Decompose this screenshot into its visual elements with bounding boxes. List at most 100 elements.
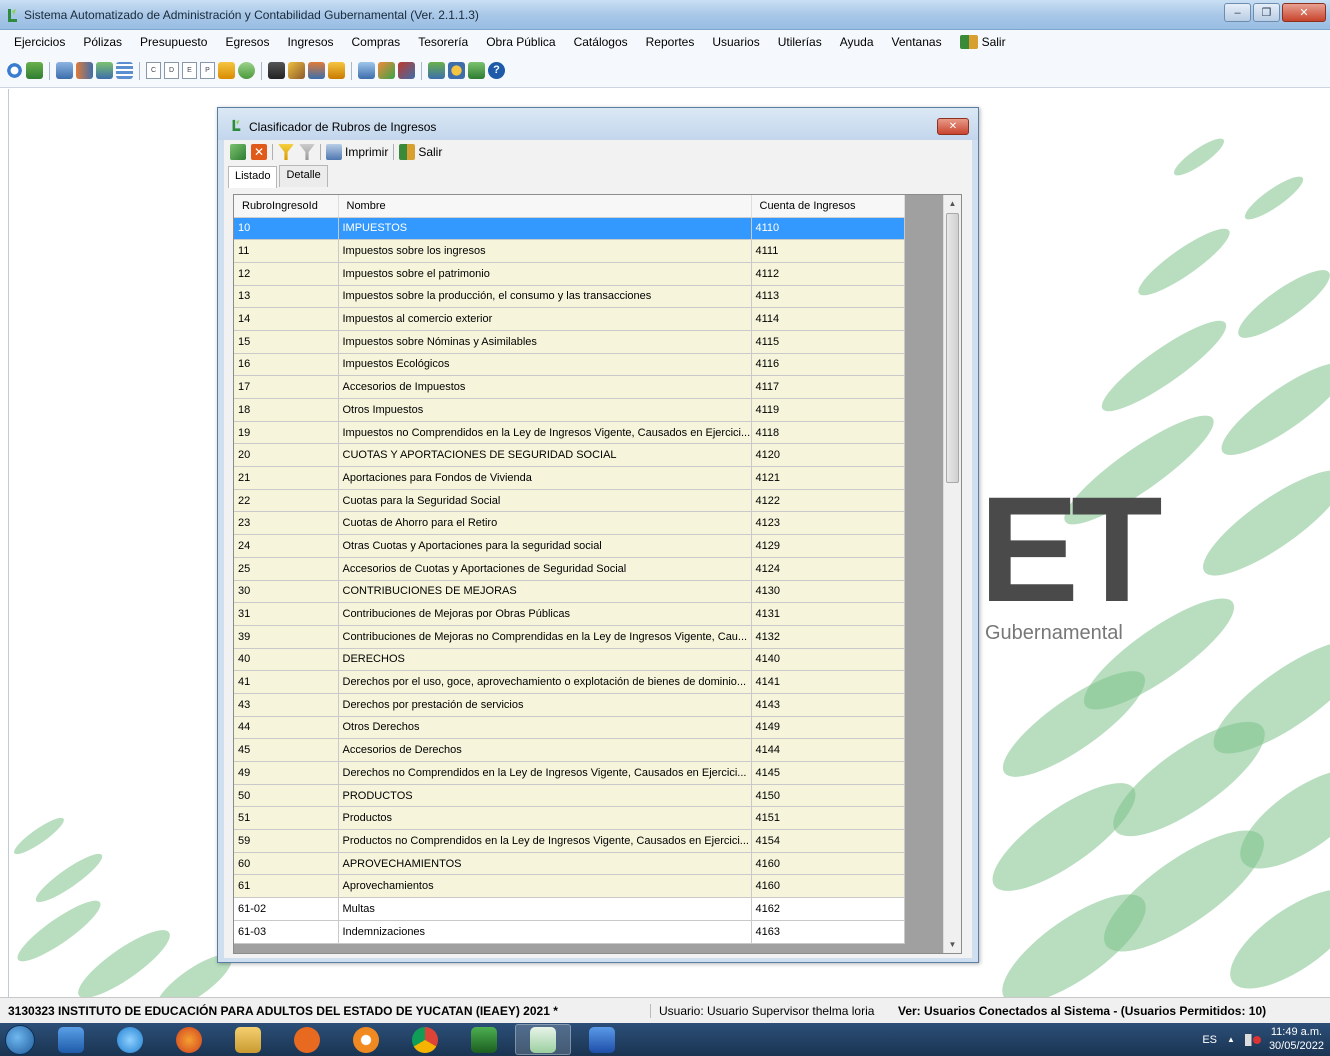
cell-cuenta[interactable]: 4144 xyxy=(751,738,905,762)
maximize-button[interactable]: ❐ xyxy=(1253,3,1280,22)
transfer-icon[interactable] xyxy=(76,62,93,79)
table-row[interactable]: 11 Impuestos sobre los ingresos 4111 xyxy=(234,239,905,263)
table-row[interactable]: 60 APROVECHAMIENTOS 4160 xyxy=(234,852,905,876)
cell-cuenta[interactable]: 4119 xyxy=(751,398,905,422)
settings-icon[interactable] xyxy=(398,62,415,79)
users-icon[interactable] xyxy=(308,62,325,79)
taskbar-internet-explorer[interactable] xyxy=(102,1024,158,1055)
cell-rubro-id[interactable]: 11 xyxy=(234,239,339,263)
scroll-up-arrow-icon[interactable]: ▲ xyxy=(944,195,961,212)
box-icon[interactable] xyxy=(328,62,345,79)
table-row[interactable]: 24 Otras Cuotas y Aportaciones para la se… xyxy=(234,534,905,558)
cell-cuenta[interactable]: 4160 xyxy=(751,874,905,899)
cell-nombre[interactable]: CUOTAS Y APORTACIONES DE SEGURIDAD SOCIA… xyxy=(338,443,752,468)
menu-ingresos[interactable]: Ingresos xyxy=(278,35,342,49)
cell-cuenta[interactable]: 4114 xyxy=(751,307,905,331)
menu-ventanas[interactable]: Ventanas xyxy=(883,35,951,49)
cell-rubro-id[interactable]: 25 xyxy=(234,557,339,581)
cell-nombre[interactable]: Impuestos sobre Nóminas y Asimilables xyxy=(338,330,752,354)
tab-listado[interactable]: Listado xyxy=(228,166,278,188)
refresh-icon[interactable] xyxy=(6,62,23,79)
table-row[interactable]: 23 Cuotas de Ahorro para el Retiro 4123 xyxy=(234,511,905,536)
report-icon[interactable] xyxy=(26,62,43,79)
table-row[interactable]: 45 Accesorios de Derechos 4144 xyxy=(234,738,905,762)
table-row[interactable]: 50 PRODUCTOS 4150 xyxy=(234,784,905,808)
cell-cuenta[interactable]: 4141 xyxy=(751,670,905,694)
menu-polizas[interactable]: Pólizas xyxy=(74,35,131,49)
ledger-icon[interactable] xyxy=(96,62,113,79)
cell-rubro-id[interactable]: 44 xyxy=(234,716,339,740)
cell-rubro-id[interactable]: 61-03 xyxy=(234,920,339,944)
language-indicator[interactable]: ES xyxy=(1202,1034,1217,1046)
table-row[interactable]: 30 CONTRIBUCIONES DE MEJORAS 4130 xyxy=(234,580,905,604)
table-row[interactable]: 43 Derechos por prestación de servicios 41… xyxy=(234,693,905,717)
cell-rubro-id[interactable]: 18 xyxy=(234,398,339,422)
taskbar-excel[interactable] xyxy=(456,1024,512,1055)
cell-cuenta[interactable]: 4131 xyxy=(751,602,905,626)
cell-cuenta[interactable]: 4120 xyxy=(751,443,905,468)
cell-nombre[interactable]: Derechos no Comprendidos en la Ley de In… xyxy=(338,761,752,785)
taskbar-app-blue[interactable] xyxy=(338,1024,394,1055)
table-row[interactable]: 16 Impuestos Ecológicos 4116 xyxy=(234,353,905,377)
cell-nombre[interactable]: Contribuciones de Mejoras por Obras Públ… xyxy=(338,602,752,626)
cell-cuenta[interactable]: 4154 xyxy=(751,829,905,853)
menu-compras[interactable]: Compras xyxy=(343,35,410,49)
doc-p-icon[interactable]: P xyxy=(200,62,215,79)
security-icon[interactable] xyxy=(448,62,465,79)
edit-icon[interactable] xyxy=(288,62,305,79)
cell-rubro-id[interactable]: 31 xyxy=(234,602,339,626)
tab-detalle[interactable]: Detalle xyxy=(279,165,328,187)
vertical-scrollbar[interactable]: ▲ ▼ xyxy=(943,195,961,953)
table-row[interactable]: 49 Derechos no Comprendidos en la Ley de … xyxy=(234,761,905,785)
taskbar-app-orange[interactable] xyxy=(279,1024,335,1055)
cell-cuenta[interactable]: 4115 xyxy=(751,330,905,354)
cell-nombre[interactable]: Impuestos sobre la producción, el consum… xyxy=(338,285,752,309)
cell-rubro-id[interactable]: 24 xyxy=(234,534,339,558)
scroll-down-arrow-icon[interactable]: ▼ xyxy=(944,936,961,953)
cell-nombre[interactable]: Impuestos al comercio exterior xyxy=(338,307,752,331)
cell-nombre[interactable]: Impuestos sobre el patrimonio xyxy=(338,262,752,286)
cell-cuenta[interactable]: 4112 xyxy=(751,262,905,286)
filter-icon[interactable] xyxy=(278,144,294,160)
close-button[interactable]: ✕ xyxy=(1282,3,1326,22)
cell-nombre[interactable]: Multas xyxy=(338,897,752,921)
table-row[interactable]: 15 Impuestos sobre Nóminas y Asimilables 4… xyxy=(234,330,905,354)
scrollbar-thumb[interactable] xyxy=(946,213,959,483)
cell-nombre[interactable]: DERECHOS xyxy=(338,648,752,672)
column-header-nombre[interactable]: Nombre xyxy=(338,195,752,218)
cell-rubro-id[interactable]: 60 xyxy=(234,852,339,876)
table-row[interactable]: 40 DERECHOS 4140 xyxy=(234,648,905,672)
table-row[interactable]: 44 Otros Derechos 4149 xyxy=(234,716,905,740)
dialog-close-button[interactable]: ✕ xyxy=(937,118,969,135)
tree-icon[interactable] xyxy=(428,62,445,79)
cell-cuenta[interactable]: 4132 xyxy=(751,625,905,649)
cell-rubro-id[interactable]: 61-02 xyxy=(234,897,339,921)
menu-catalogos[interactable]: Catálogos xyxy=(565,35,637,49)
table-row[interactable]: 61-03 Indemnizaciones 4163 xyxy=(234,920,905,944)
status-connected-users[interactable]: Ver: Usuarios Conectados al Sistema - (U… xyxy=(890,1004,1266,1018)
cell-cuenta[interactable]: 4124 xyxy=(751,557,905,581)
money-icon[interactable] xyxy=(238,62,255,79)
cell-nombre[interactable]: Aprovechamientos xyxy=(338,874,752,899)
cell-nombre[interactable]: Accesorios de Cuotas y Aportaciones de S… xyxy=(338,557,752,581)
cell-rubro-id[interactable]: 43 xyxy=(234,693,339,717)
cell-nombre[interactable]: Productos xyxy=(338,806,752,831)
cell-nombre[interactable]: Impuestos no Comprendidos en la Ley de I… xyxy=(338,421,752,445)
table-row[interactable]: 61 Aprovechamientos 4160 xyxy=(234,874,905,899)
cell-rubro-id[interactable]: 49 xyxy=(234,761,339,785)
cell-rubro-id[interactable]: 20 xyxy=(234,443,339,468)
cell-cuenta[interactable]: 4110 xyxy=(751,217,905,241)
cell-cuenta[interactable]: 4113 xyxy=(751,285,905,309)
cell-rubro-id[interactable]: 39 xyxy=(234,625,339,649)
cell-cuenta[interactable]: 4121 xyxy=(751,466,905,490)
tools-icon[interactable] xyxy=(378,62,395,79)
doc-e-icon[interactable]: E xyxy=(182,62,197,79)
menu-reportes[interactable]: Reportes xyxy=(637,35,704,49)
taskbar-media-player[interactable] xyxy=(43,1024,99,1055)
clear-filter-icon[interactable] xyxy=(299,144,315,160)
cell-rubro-id[interactable]: 51 xyxy=(234,806,339,831)
cell-nombre[interactable]: Derechos por prestación de servicios xyxy=(338,693,752,717)
start-button[interactable] xyxy=(0,1023,40,1056)
table-row[interactable]: 31 Contribuciones de Mejoras por Obras Pú… xyxy=(234,602,905,626)
cell-cuenta[interactable]: 4111 xyxy=(751,239,905,263)
